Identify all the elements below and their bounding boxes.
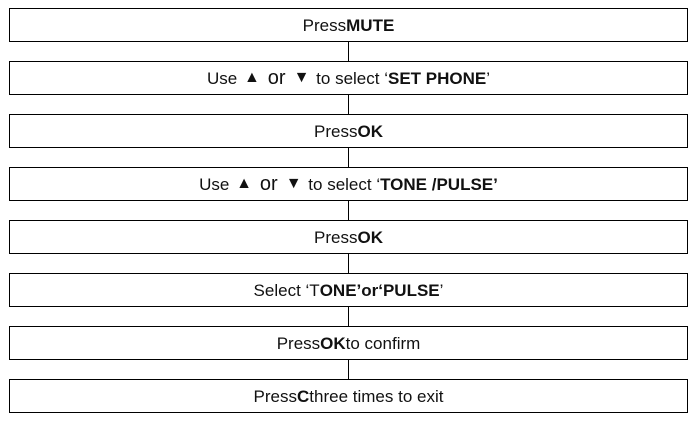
ok-key-label: OK bbox=[357, 121, 383, 141]
closing-quote: ’ bbox=[486, 68, 491, 88]
use-label: Use bbox=[199, 174, 230, 194]
tone-or-pulse-label: ONE’or‘PULSE bbox=[319, 280, 440, 300]
step-press-label: Press bbox=[276, 333, 321, 353]
set-phone-label: SET PHONE bbox=[387, 68, 487, 88]
down-arrow-icon: ▼ bbox=[285, 175, 302, 192]
up-arrow-icon: ▲ bbox=[236, 175, 252, 192]
or-label: or bbox=[267, 67, 286, 89]
up-arrow-icon: ▲ bbox=[243, 69, 260, 86]
c-key-label: C bbox=[297, 386, 310, 406]
ok-key-label: OK bbox=[357, 227, 383, 247]
step-press-mute: Press MUTE bbox=[9, 8, 688, 42]
flow-connector bbox=[348, 254, 349, 273]
closing-quote: ’ bbox=[439, 280, 444, 300]
confirm-label: to confirm bbox=[345, 333, 421, 353]
step-press-ok-1: Press OK bbox=[9, 114, 688, 148]
flow-connector bbox=[348, 360, 349, 379]
select-label: Select ‘T bbox=[253, 280, 320, 300]
step-press-label: Press bbox=[253, 386, 297, 406]
to-select-label: to select ‘ bbox=[316, 68, 388, 88]
step-exit: Press C three times to exit bbox=[9, 379, 688, 413]
step-select-set-phone: Use ▲ or ▼ to select ‘SET PHONE’ bbox=[9, 61, 688, 95]
flow-connector bbox=[348, 201, 349, 220]
to-select-label: to select ‘ bbox=[308, 174, 381, 194]
or-label: or bbox=[259, 173, 278, 195]
step-press-label: Press bbox=[314, 227, 358, 247]
use-label: Use bbox=[206, 68, 238, 88]
flow-connector bbox=[348, 307, 349, 326]
mute-key-label: MUTE bbox=[346, 15, 395, 35]
down-arrow-icon: ▼ bbox=[293, 69, 310, 86]
step-select-tone-pulse: Use ▲ or ▼ to select ‘TONE /PULSE’ bbox=[9, 167, 688, 201]
flow-connector bbox=[348, 42, 349, 61]
tone-pulse-label: TONE /PULSE’ bbox=[380, 174, 498, 194]
step-press-label: Press bbox=[314, 121, 358, 141]
flow-connector bbox=[348, 148, 349, 167]
instruction-flowchart: Press MUTE Use ▲ or ▼ to select ‘SET PHONE… bbox=[9, 8, 690, 448]
step-press-ok-2: Press OK bbox=[9, 220, 688, 254]
step-select-tone-or-pulse: Select ‘T ONE’or‘PULSE’ bbox=[9, 273, 688, 307]
step-confirm: Press OK to confirm bbox=[9, 326, 688, 360]
step-press-label: Press bbox=[302, 15, 347, 35]
exit-label: three times to exit bbox=[309, 386, 444, 406]
flow-connector bbox=[348, 95, 349, 114]
ok-key-label: OK bbox=[320, 333, 346, 353]
